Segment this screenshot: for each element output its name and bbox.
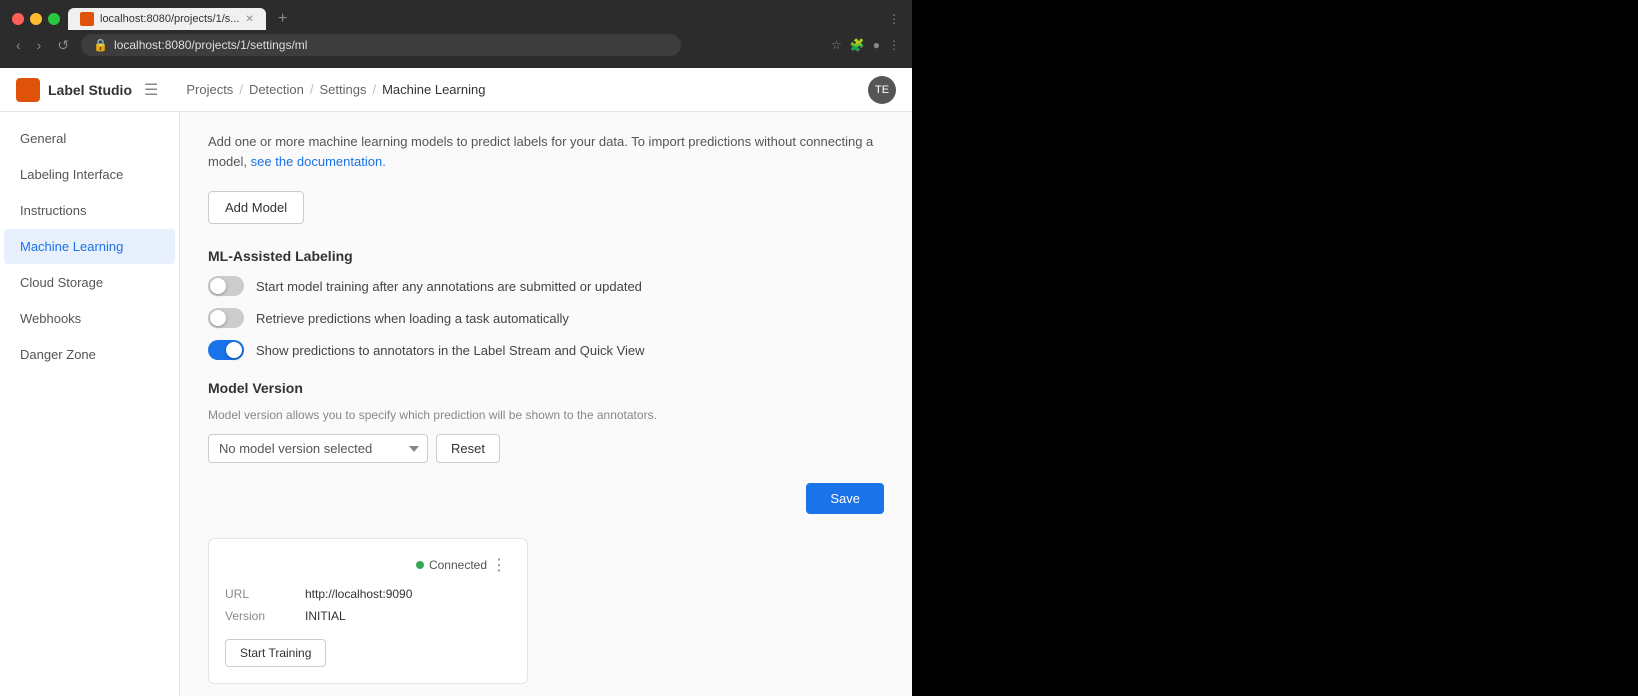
minimize-dot[interactable] [30, 13, 42, 25]
breadcrumb-sep-3: / [372, 82, 376, 97]
main-content: Add one or more machine learning models … [180, 112, 912, 696]
close-dot[interactable] [12, 13, 24, 25]
forward-button[interactable]: › [33, 35, 46, 55]
train-toggle[interactable] [208, 276, 244, 296]
refresh-button[interactable]: ↺ [53, 35, 73, 56]
model-url-row: URL http://localhost:9090 [225, 587, 511, 601]
model-version-row-card: Version INITIAL [225, 609, 511, 623]
model-version-desc: Model version allows you to specify whic… [208, 408, 884, 422]
retrieve-toggle-knob [210, 310, 226, 326]
breadcrumb-sep-2: / [310, 82, 314, 97]
toggle-row-train: Start model training after any annotatio… [208, 276, 884, 296]
retrieve-toggle-label: Retrieve predictions when loading a task… [256, 311, 569, 326]
breadcrumb: Projects / Detection / Settings / Machin… [186, 82, 485, 97]
ml-section-title: ML-Assisted Labeling [208, 248, 884, 264]
tab-title: localhost:8080/projects/1/s... [100, 13, 239, 25]
url-value: http://localhost:9090 [305, 587, 412, 601]
logo-icon [16, 78, 40, 102]
sidebar-item-danger-zone[interactable]: Danger Zone [4, 337, 175, 372]
save-btn-row: Save [208, 483, 884, 514]
retrieve-toggle[interactable] [208, 308, 244, 328]
app-name: Label Studio [48, 82, 132, 98]
version-value: INITIAL [305, 609, 346, 623]
address-bar[interactable]: 🔒 localhost:8080/projects/1/settings/ml [81, 34, 681, 56]
start-training-button[interactable]: Start Training [225, 639, 326, 667]
model-card-header: Connected ⋮ [225, 555, 511, 575]
more-icon[interactable]: ⋮ [888, 38, 900, 52]
maximize-dot[interactable] [48, 13, 60, 25]
sidebar-item-webhooks[interactable]: Webhooks [4, 301, 175, 336]
tab-favicon [80, 12, 94, 26]
connected-label: Connected [429, 558, 487, 572]
show-toggle-knob [226, 342, 242, 358]
breadcrumb-sep-1: / [239, 82, 243, 97]
sidebar: General Labeling Interface Instructions … [0, 112, 180, 696]
train-toggle-label: Start model training after any annotatio… [256, 279, 642, 294]
breadcrumb-projects[interactable]: Projects [186, 82, 233, 97]
url-label: URL [225, 587, 305, 601]
bookmark-icon[interactable]: ☆ [831, 38, 842, 52]
tab-close-button[interactable]: ✕ [245, 14, 253, 25]
sidebar-item-machine-learning[interactable]: Machine Learning [4, 229, 175, 264]
breadcrumb-settings[interactable]: Settings [319, 82, 366, 97]
app-logo: Label Studio [16, 78, 132, 102]
profile-icon[interactable]: ● [873, 38, 880, 52]
show-toggle-label: Show predictions to annotators in the La… [256, 343, 645, 358]
breadcrumb-current: Machine Learning [382, 82, 485, 97]
sidebar-item-general[interactable]: General [4, 121, 175, 156]
save-button[interactable]: Save [806, 483, 884, 514]
version-label: Version [225, 609, 305, 623]
model-card: Connected ⋮ URL http://localhost:9090 Ve… [208, 538, 528, 684]
model-version-section: Model Version Model version allows you t… [208, 380, 884, 463]
toggle-row-show: Show predictions to annotators in the La… [208, 340, 884, 360]
browser-menu-icon[interactable]: ⋮ [888, 12, 900, 26]
docs-link[interactable]: see the documentation. [251, 154, 386, 169]
model-card-menu[interactable]: ⋮ [487, 555, 511, 575]
connected-dot [416, 561, 424, 569]
toggle-row-retrieve: Retrieve predictions when loading a task… [208, 308, 884, 328]
active-tab[interactable]: localhost:8080/projects/1/s... ✕ [68, 8, 266, 30]
app-header: Label Studio ☰ Projects / Detection / Se… [0, 68, 912, 112]
add-model-button[interactable]: Add Model [208, 191, 304, 224]
model-version-row: No model version selected Reset [208, 434, 884, 463]
right-panel [912, 0, 1638, 696]
model-version-title: Model Version [208, 380, 884, 396]
back-button[interactable]: ‹ [12, 35, 25, 55]
extension-icon[interactable]: 🧩 [850, 38, 865, 52]
lock-icon: 🔒 [93, 38, 108, 52]
sidebar-item-cloud-storage[interactable]: Cloud Storage [4, 265, 175, 300]
new-tab-button[interactable]: + [274, 10, 291, 28]
url-text: localhost:8080/projects/1/settings/ml [114, 38, 307, 52]
intro-paragraph: Add one or more machine learning models … [208, 132, 884, 171]
user-avatar[interactable]: TE [868, 76, 896, 104]
connected-badge: Connected [416, 558, 487, 572]
reset-button[interactable]: Reset [436, 434, 500, 463]
model-version-select[interactable]: No model version selected [208, 434, 428, 463]
breadcrumb-detection[interactable]: Detection [249, 82, 304, 97]
train-toggle-knob [210, 278, 226, 294]
sidebar-item-instructions[interactable]: Instructions [4, 193, 175, 228]
hamburger-menu[interactable]: ☰ [144, 80, 158, 100]
sidebar-item-labeling-interface[interactable]: Labeling Interface [4, 157, 175, 192]
show-toggle[interactable] [208, 340, 244, 360]
